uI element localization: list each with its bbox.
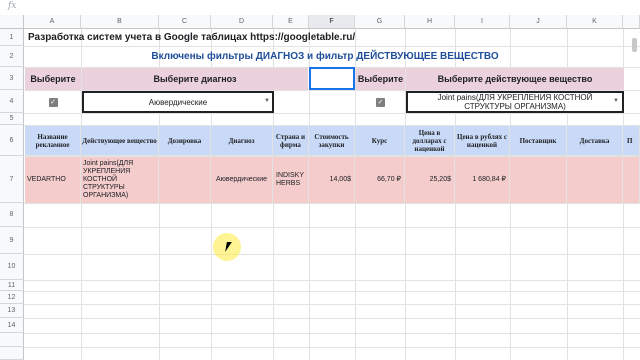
header-diagnosis: Диагноз [211,126,273,156]
cell-delivery[interactable] [567,157,623,203]
checkbox-cell-a4[interactable]: ✓ [25,91,81,113]
selected-cell-f3[interactable] [309,67,355,90]
column-header-f[interactable]: F [309,15,355,29]
row-header-14[interactable]: 14 [0,318,24,333]
diagnosis-dropdown[interactable]: Аюверди­ческие [82,91,274,113]
column-header-c[interactable]: C [159,15,211,29]
row-header-1[interactable]: 1 [0,29,24,46]
row-header-9[interactable]: 9 [0,227,24,254]
header-rate: Курс [355,126,405,156]
chevron-down-icon[interactable]: ▼ [264,98,270,104]
fx-icon: fx [8,1,17,11]
row-header-16[interactable] [0,347,24,360]
select-all-corner[interactable] [0,15,24,29]
header-name: Название рекламное [25,126,81,156]
grid-line [24,280,640,281]
row-header-10[interactable]: 10 [0,254,24,280]
header-price-usd: Цена в долларах с наценкой [405,126,455,156]
checkbox-checked-icon[interactable]: ✓ [376,97,385,107]
column-header-j[interactable]: J [510,15,567,29]
column-header-i[interactable]: I [455,15,510,29]
row-header-12[interactable]: 12 [0,291,24,304]
cell-dosage[interactable] [159,157,211,203]
cell-next-truncated[interactable] [623,157,640,203]
row-header-2[interactable]: 2 [0,46,24,67]
cell-substance[interactable]: Joint pains(ДЛЯ УКРЕПЛЕНИЯ КОСТНОЙ СТРУК… [81,157,159,203]
header-next-truncated: П [623,126,640,156]
row-header-13[interactable]: 13 [0,304,24,318]
row-header-7[interactable]: 7 [0,156,24,203]
cell-name[interactable]: VEDARTHO [25,157,81,203]
chevron-down-icon[interactable]: ▼ [613,98,619,104]
row-header-4[interactable]: 4 [0,90,24,113]
grid-line [24,254,640,255]
row-header-11[interactable]: 11 [0,280,24,291]
sheet-title: Разработка систем учета в Google таблица… [28,32,356,43]
column-header-e[interactable]: E [273,15,309,29]
cell-rate[interactable]: 66,70 ₽ [355,157,405,203]
row-header-3[interactable]: 3 [0,67,24,90]
cell-country[interactable]: INDISKY HERBS [273,157,309,203]
checkbox-cell-g4[interactable]: ✓ [356,91,405,113]
row-header-15[interactable] [0,333,24,347]
column-header-a[interactable]: A [24,15,81,29]
select-diagnosis-label: Выберите диагноз [82,68,308,90]
column-header-b[interactable]: B [81,15,159,29]
header-substance: Действующее вещество [81,126,159,156]
column-header-d[interactable]: D [211,15,273,29]
column-header-h[interactable]: H [405,15,455,29]
header-delivery: Доставка [567,126,623,156]
column-header-k[interactable]: K [567,15,623,29]
checkbox-checked-icon[interactable]: ✓ [48,97,58,107]
header-price-rub: Цена в рублях с наценкой [455,126,510,156]
select-label-g: Выберите [356,68,405,90]
header-supplier: Поставщик [510,126,567,156]
select-substance-label: Выберите действующее вещество [406,68,624,90]
row-header-5[interactable]: 5 [0,113,24,125]
grid-line [24,113,640,114]
filters-heading: Включены фильтры ДИАГНОЗ и фильтр ДЕЙСТВ… [151,51,499,62]
row-header-8[interactable]: 8 [0,203,24,227]
grid-line [24,203,640,204]
grid-line [24,347,640,348]
cell-cost[interactable]: 14,00$ [309,157,355,203]
header-cost: Стоимость закупки [309,126,355,156]
cell-price-usd[interactable]: 25,20$ [405,157,455,203]
grid-line [24,318,640,319]
vertical-scrollbar[interactable] [632,38,637,52]
header-country: Страна и фирма [273,126,309,156]
column-header-g[interactable]: G [355,15,405,29]
grid-line [24,333,640,334]
substance-dropdown[interactable]: Joint pains(ДЛЯ УКРЕПЛЕНИЯ КОСТНОЙ СТРУК… [406,91,624,113]
select-label-a: Выберите [25,68,81,90]
column-header-l[interactable] [623,15,640,29]
grid-line [24,304,640,305]
grid-line [24,291,640,292]
cell-supplier[interactable] [510,157,567,203]
cell-price-rub[interactable]: 1 680,84 ₽ [455,157,510,203]
formula-bar[interactable]: fx [0,0,640,16]
header-dosage: Дозировка [159,126,211,156]
cell-diagnosis[interactable]: Аюверди­ческие [211,157,273,203]
row-header-6[interactable]: 6 [0,125,24,156]
grid-line [24,227,640,228]
